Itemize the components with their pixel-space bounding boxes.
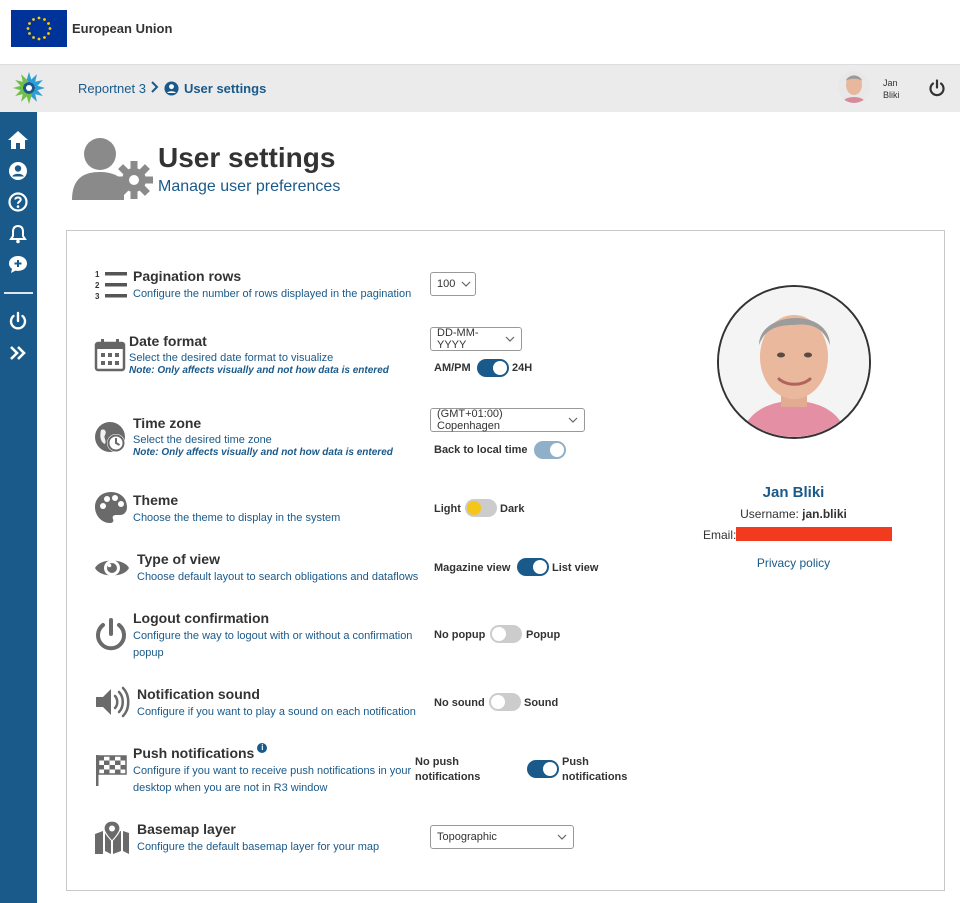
logout-popup-toggle[interactable] [490, 625, 522, 643]
svg-text:2: 2 [95, 281, 100, 290]
logout-confirmation-title: Logout confirmation [133, 610, 270, 626]
chevron-right-icon [151, 81, 159, 96]
pagination-description: Configure the number of rows displayed i… [133, 288, 412, 300]
numbered-list-icon: 1 2 3 [95, 270, 127, 301]
time-zone-select[interactable]: (GMT+01:00) Copenhagen [430, 408, 585, 432]
24h-label: 24H [512, 362, 533, 374]
checkered-flag-icon [96, 755, 127, 786]
chevron-down-icon [461, 281, 471, 287]
volume-icon [96, 686, 130, 718]
user-settings-icon [72, 138, 153, 200]
privacy-policy-link[interactable]: Privacy policy [700, 556, 887, 570]
profile-name: Jan Bliki [762, 484, 825, 501]
palette-icon [95, 492, 127, 523]
power-icon[interactable] [7, 310, 29, 332]
breadcrumb-root-link[interactable]: Reportnet 3 [78, 81, 146, 96]
eye-icon [95, 560, 129, 576]
breadcrumb-current: User settings [183, 81, 267, 96]
user-circle-icon [164, 81, 179, 96]
notification-sound-title: Notification sound [137, 686, 260, 702]
magazine-view-label: Magazine view [434, 562, 511, 574]
push-notifications-toggle[interactable] [527, 760, 559, 778]
eu-title: European Union [72, 21, 173, 36]
double-chevron-right-icon[interactable] [7, 342, 29, 364]
light-theme-label: Light [434, 503, 461, 515]
calendar-icon [94, 339, 126, 372]
svg-text:3: 3 [95, 292, 100, 301]
home-icon[interactable] [7, 129, 29, 151]
map-marker-icon [95, 820, 129, 854]
basemap-description: Configure the default basemap layer for … [137, 841, 380, 853]
sound-label: Sound [524, 697, 559, 709]
info-icon[interactable]: i [257, 743, 268, 753]
breadcrumb: Reportnet 3 User settings [78, 81, 266, 96]
basemap-select[interactable]: Topographic [430, 825, 574, 849]
logout-confirmation-description: Configure the way to logout with or with… [133, 630, 413, 659]
chevron-down-icon [505, 336, 515, 342]
popup-label: Popup [526, 629, 561, 641]
notification-sound-toggle[interactable] [489, 693, 521, 711]
chevron-down-icon [557, 834, 567, 840]
bell-icon[interactable] [7, 223, 29, 245]
power-icon[interactable] [928, 79, 946, 97]
header-user-name[interactable]: Jan Bliki [883, 77, 900, 101]
pagination-rows-select[interactable]: 100 [430, 272, 476, 296]
left-sidebar [0, 112, 37, 903]
no-popup-label: No popup [434, 629, 486, 641]
no-sound-label: No sound [434, 697, 485, 709]
pagination-title: Pagination rows [133, 268, 242, 284]
svg-text:1: 1 [95, 270, 100, 279]
date-format-select[interactable]: DD-MM-YYYY [430, 327, 522, 351]
time-zone-title: Time zone [133, 415, 202, 431]
view-type-toggle[interactable] [517, 558, 549, 576]
back-to-local-time-label: Back to local time [434, 444, 528, 456]
power-icon [96, 618, 126, 651]
hour-format-toggle[interactable] [477, 359, 509, 377]
local-time-toggle[interactable] [534, 441, 566, 459]
dark-theme-label: Dark [500, 503, 525, 515]
eu-flag-logo[interactable] [11, 10, 67, 47]
profile-photo[interactable] [717, 285, 871, 439]
ampm-label: AM/PM [434, 362, 471, 374]
no-push-notifications-label: No push notifications [415, 756, 481, 783]
push-notifications-title: Push notifications i [133, 743, 268, 761]
theme-toggle[interactable] [465, 499, 497, 517]
profile-email-label: Email: [703, 528, 737, 542]
page-subtitle: Manage user preferences [158, 178, 341, 195]
theme-description: Choose the theme to display in the syste… [133, 512, 341, 524]
type-of-view-title: Type of view [137, 551, 220, 567]
push-notifications-label: Push notifications [562, 756, 628, 783]
help-icon[interactable] [7, 191, 29, 213]
chevron-down-icon [568, 417, 578, 423]
time-zone-note: Note: Only affects visually and not how … [133, 447, 393, 458]
list-view-label: List view [552, 562, 599, 574]
globe-clock-icon [95, 422, 125, 452]
header-avatar[interactable] [838, 71, 870, 103]
date-format-title: Date format [129, 333, 207, 349]
eu-top-bar: European Union [0, 0, 960, 64]
page-title: User settings [158, 142, 336, 173]
basemap-title: Basemap layer [137, 821, 236, 837]
type-of-view-description: Choose default layout to search obligati… [137, 571, 419, 583]
date-format-note: Note: Only affects visually and not how … [129, 365, 389, 376]
email-redaction-bar [736, 527, 892, 541]
chat-add-icon[interactable] [7, 254, 29, 276]
notification-sound-description: Configure if you want to play a sound on… [137, 706, 416, 718]
theme-title: Theme [133, 492, 179, 508]
push-notifications-description: Configure if you want to receive push no… [133, 765, 412, 794]
sidebar-divider [4, 292, 33, 294]
user-circle-icon[interactable] [7, 160, 29, 182]
reportnet-logo-icon[interactable] [12, 71, 46, 105]
app-header: Reportnet 3 User settings Jan Bliki [0, 64, 960, 112]
profile-username: Username: jan.bliki [740, 507, 847, 521]
